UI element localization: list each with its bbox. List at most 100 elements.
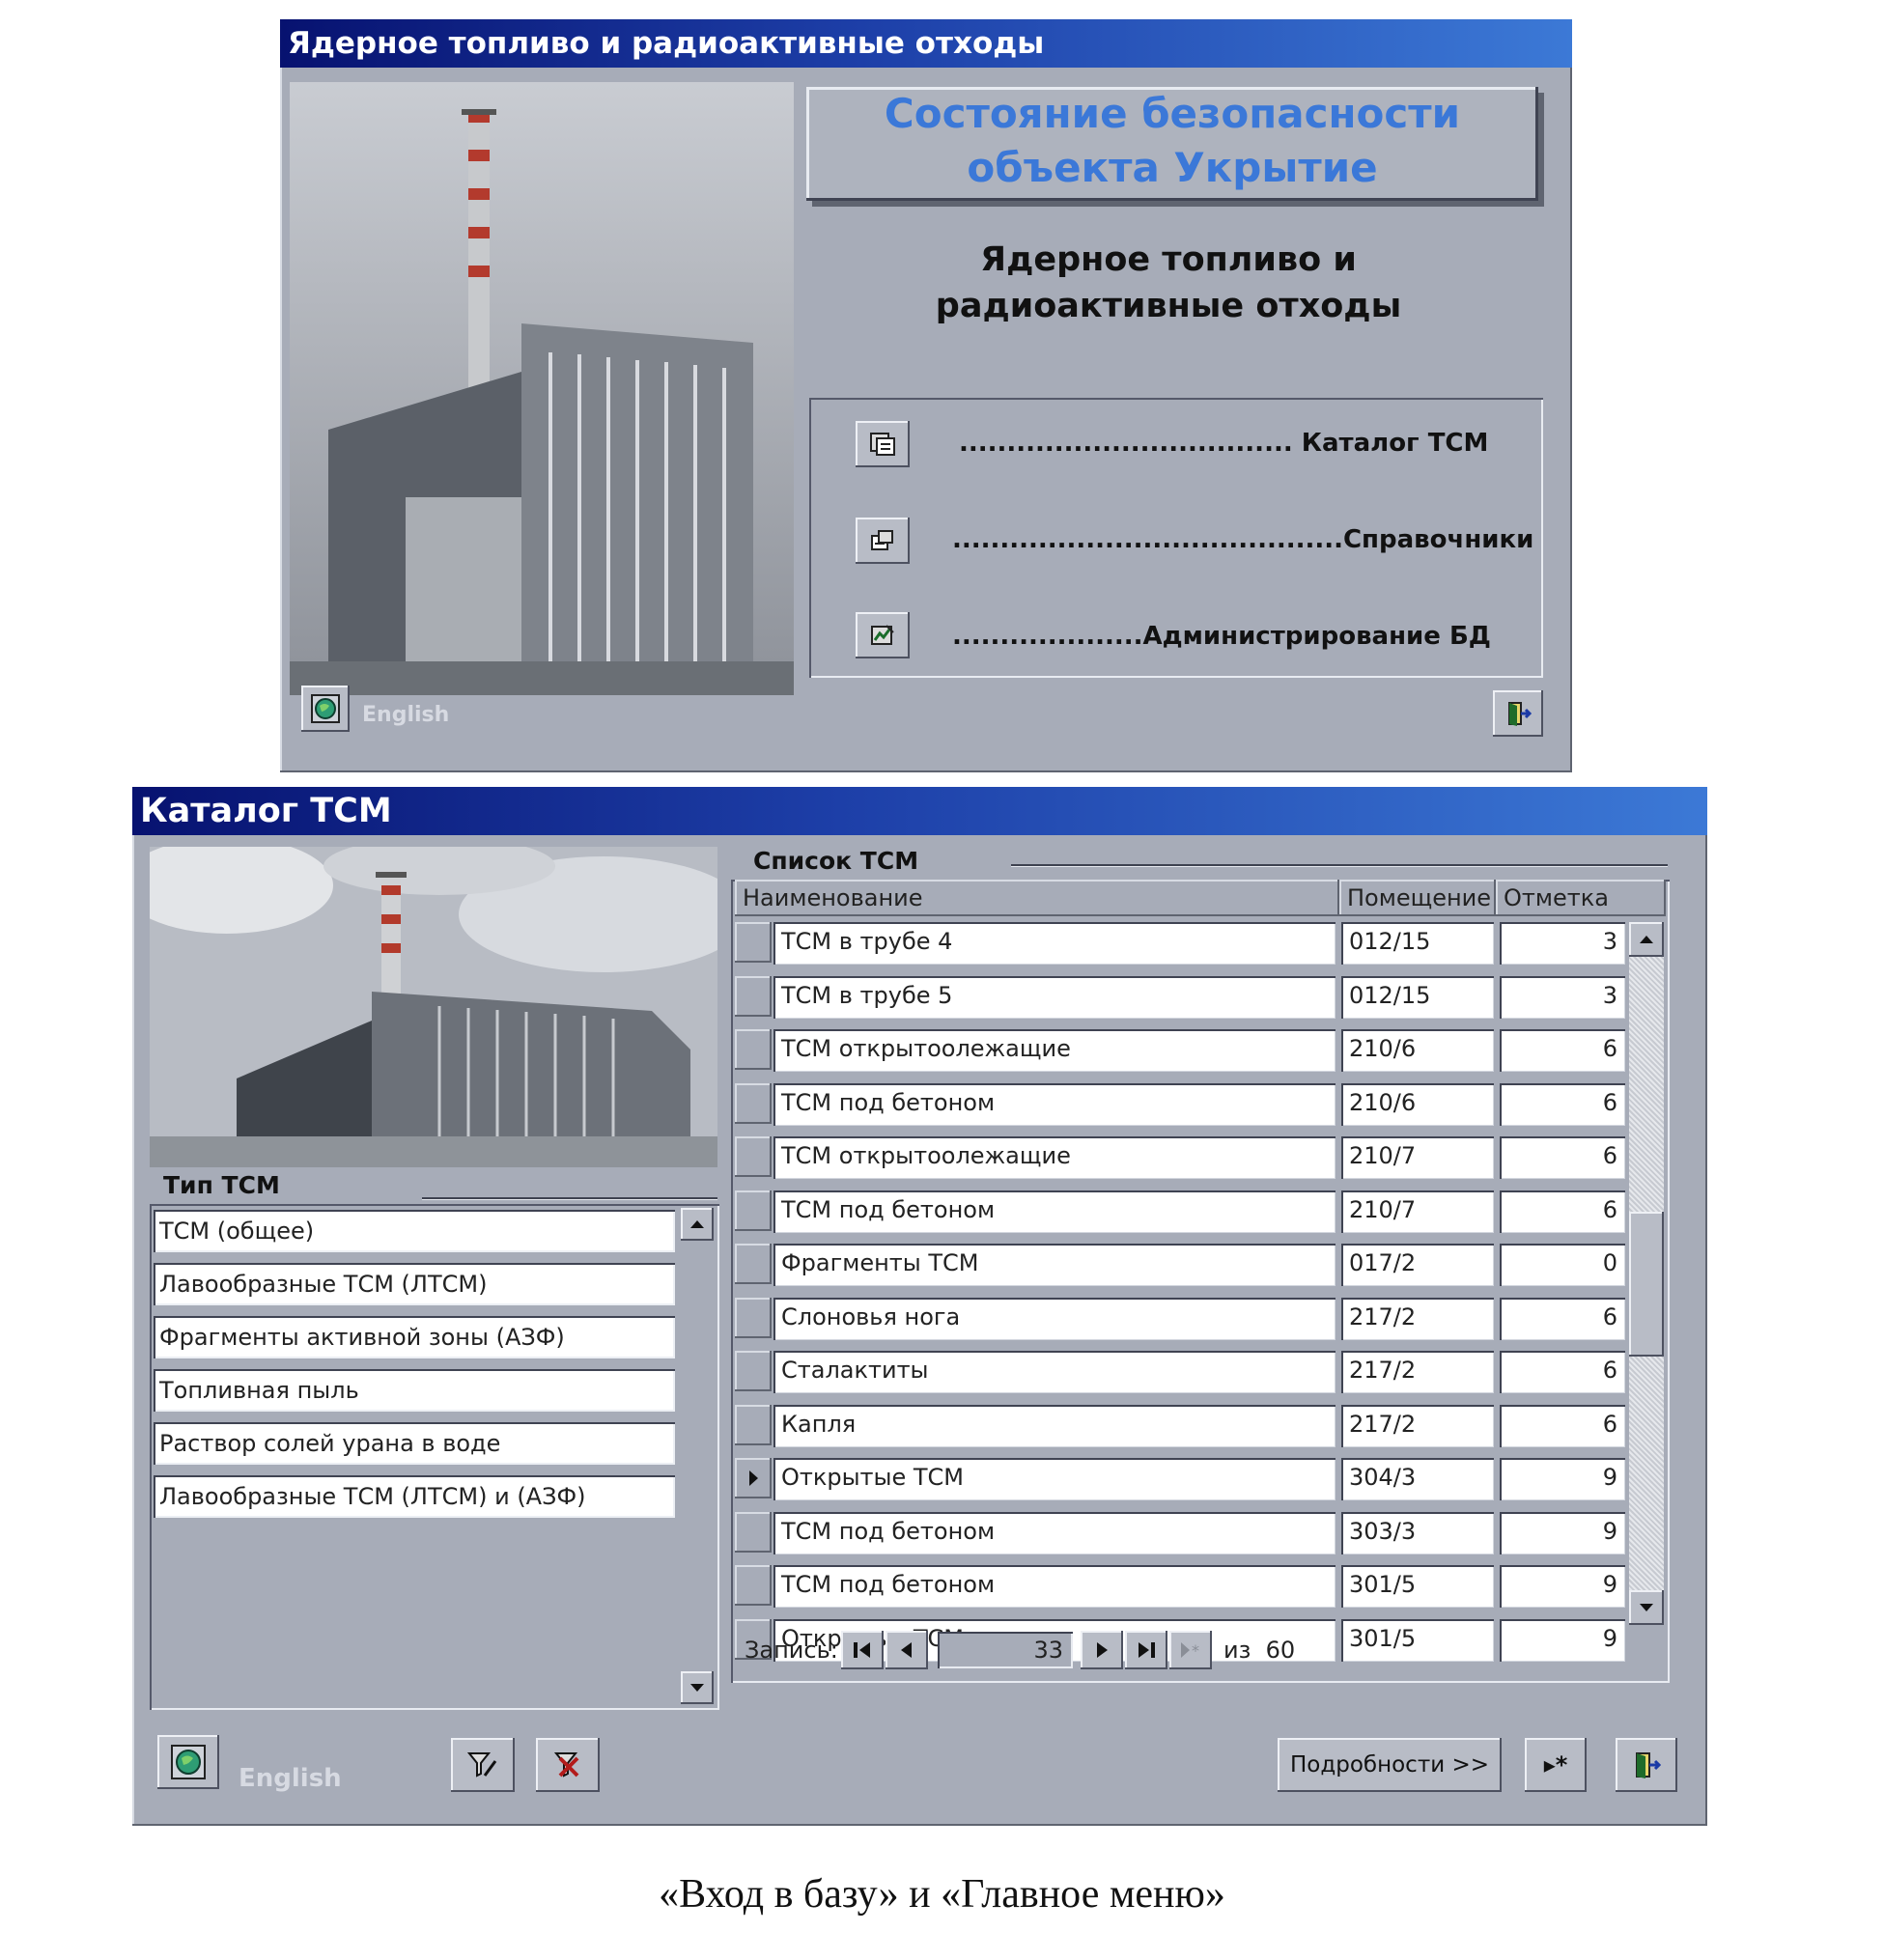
cell-mark[interactable]: 9 bbox=[1500, 1619, 1625, 1662]
exit-button[interactable] bbox=[1493, 690, 1543, 737]
cell-mark[interactable]: 6 bbox=[1500, 1298, 1625, 1340]
cell-room[interactable]: 217/2 bbox=[1341, 1351, 1494, 1393]
column-header-name[interactable]: Наименование bbox=[735, 880, 1339, 916]
details-button[interactable]: Подробности >> bbox=[1278, 1738, 1502, 1792]
table-row[interactable]: Фрагменты ТСМ 017/2 0 bbox=[731, 1244, 1629, 1292]
cell-room[interactable]: 301/5 bbox=[1341, 1619, 1494, 1662]
cell-mark[interactable]: 6 bbox=[1500, 1136, 1625, 1179]
type-list-item[interactable]: ТСМ (общее) bbox=[154, 1210, 675, 1252]
cell-mark[interactable]: 3 bbox=[1500, 976, 1625, 1019]
cell-mark[interactable]: 9 bbox=[1500, 1458, 1625, 1500]
first-record-button[interactable] bbox=[841, 1631, 884, 1669]
datasheet-scrollbar[interactable] bbox=[1629, 922, 1664, 1625]
type-list[interactable]: ТСМ (общее) Лавообразные ТСМ (ЛТСМ) Фраг… bbox=[150, 1204, 719, 1710]
row-selector[interactable] bbox=[735, 922, 772, 963]
cell-room[interactable]: 304/3 bbox=[1341, 1458, 1494, 1500]
language-label[interactable]: English bbox=[239, 1764, 342, 1793]
cell-room[interactable]: 210/7 bbox=[1341, 1190, 1494, 1233]
language-label[interactable]: English bbox=[362, 703, 449, 727]
cell-name[interactable]: ТСМ под бетоном bbox=[773, 1190, 1336, 1233]
type-list-scroll-down[interactable] bbox=[681, 1671, 714, 1704]
row-selector[interactable] bbox=[735, 1351, 772, 1391]
remove-filter-button[interactable] bbox=[536, 1738, 600, 1792]
table-row[interactable]: Слоновья нога 217/2 6 bbox=[731, 1298, 1629, 1346]
row-selector[interactable] bbox=[735, 1405, 772, 1445]
row-selector[interactable] bbox=[735, 1512, 772, 1553]
admin-button[interactable] bbox=[856, 612, 910, 658]
table-row[interactable]: Сталактиты 217/2 6 bbox=[731, 1351, 1629, 1399]
menu-item-catalog-label[interactable]: ................................... Ката… bbox=[959, 429, 1488, 458]
previous-record-button[interactable] bbox=[886, 1631, 928, 1669]
cell-name[interactable]: Сталактиты bbox=[773, 1351, 1336, 1393]
type-list-item[interactable]: Лавообразные ТСМ (ЛТСМ) bbox=[154, 1263, 675, 1305]
row-selector[interactable] bbox=[735, 1190, 772, 1231]
new-record-button[interactable]: ▸* bbox=[1525, 1738, 1587, 1792]
cell-room[interactable]: 303/3 bbox=[1341, 1512, 1494, 1554]
row-selector[interactable] bbox=[735, 1565, 772, 1606]
type-list-item[interactable]: Фрагменты активной зоны (АЗФ) bbox=[154, 1316, 675, 1358]
cell-mark[interactable]: 9 bbox=[1500, 1565, 1625, 1608]
type-list-scroll-up[interactable] bbox=[681, 1208, 714, 1241]
catalog-button[interactable] bbox=[856, 421, 910, 467]
table-row[interactable]: ТСМ открытоолежащие 210/7 6 bbox=[731, 1136, 1629, 1185]
table-row[interactable]: ТСМ под бетоном 210/7 6 bbox=[731, 1190, 1629, 1239]
cell-name[interactable]: Слоновья нога bbox=[773, 1298, 1336, 1340]
cell-name[interactable]: Фрагменты ТСМ bbox=[773, 1244, 1336, 1286]
cell-mark[interactable]: 6 bbox=[1500, 1351, 1625, 1393]
type-list-item[interactable]: Раствор солей урана в воде bbox=[154, 1422, 675, 1465]
cell-mark[interactable]: 6 bbox=[1500, 1190, 1625, 1233]
cell-room[interactable]: 012/15 bbox=[1341, 922, 1494, 965]
cell-name[interactable]: ТСМ под бетоном bbox=[773, 1083, 1336, 1126]
row-selector[interactable] bbox=[735, 1083, 772, 1124]
cell-mark[interactable]: 6 bbox=[1500, 1405, 1625, 1447]
language-button[interactable] bbox=[157, 1735, 219, 1789]
table-row[interactable]: Капля 217/2 6 bbox=[731, 1405, 1629, 1453]
row-selector[interactable] bbox=[735, 1298, 772, 1338]
column-header-room[interactable]: Помещение bbox=[1339, 880, 1496, 916]
cell-room[interactable]: 217/2 bbox=[1341, 1405, 1494, 1447]
table-row[interactable]: ТСМ в трубе 4 012/15 3 bbox=[731, 922, 1629, 970]
cell-name[interactable]: Капля bbox=[773, 1405, 1336, 1447]
table-row[interactable]: ТСМ под бетоном 301/5 9 bbox=[731, 1565, 1629, 1613]
row-selector[interactable] bbox=[735, 976, 772, 1017]
cell-room[interactable]: 301/5 bbox=[1341, 1565, 1494, 1608]
exit-button[interactable] bbox=[1616, 1738, 1677, 1792]
cell-room[interactable]: 217/2 bbox=[1341, 1298, 1494, 1340]
cell-mark[interactable]: 3 bbox=[1500, 922, 1625, 965]
cell-name[interactable]: Открытые ТСМ bbox=[773, 1458, 1336, 1500]
language-button[interactable] bbox=[301, 686, 350, 732]
type-list-item[interactable]: Топливная пыль bbox=[154, 1369, 675, 1412]
table-row[interactable]: ТСМ в трубе 5 012/15 3 bbox=[731, 976, 1629, 1024]
last-record-button[interactable] bbox=[1125, 1631, 1167, 1669]
cell-name[interactable]: ТСМ в трубе 4 bbox=[773, 922, 1336, 965]
cell-name[interactable]: ТСМ под бетоном bbox=[773, 1512, 1336, 1554]
type-list-item[interactable]: Лавообразные ТСМ (ЛТСМ) и (АЗФ) bbox=[154, 1475, 675, 1518]
cell-mark[interactable]: 9 bbox=[1500, 1512, 1625, 1554]
table-row[interactable]: ТСМ под бетоном 210/6 6 bbox=[731, 1083, 1629, 1132]
table-row[interactable]: Открытые ТСМ 304/3 9 bbox=[731, 1458, 1629, 1506]
reference-button[interactable] bbox=[856, 518, 910, 564]
cell-room[interactable]: 017/2 bbox=[1341, 1244, 1494, 1286]
row-selector[interactable] bbox=[735, 1029, 772, 1070]
cell-mark[interactable]: 6 bbox=[1500, 1083, 1625, 1126]
datasheet-scroll-up[interactable] bbox=[1629, 922, 1664, 957]
filter-button[interactable] bbox=[451, 1738, 515, 1792]
record-number-field[interactable]: 33 bbox=[938, 1632, 1073, 1668]
menu-item-reference-label[interactable]: ........................................… bbox=[952, 525, 1533, 554]
table-row[interactable]: ТСМ под бетоном 303/3 9 bbox=[731, 1512, 1629, 1560]
cell-name[interactable]: ТСМ в трубе 5 bbox=[773, 976, 1336, 1019]
type-list-scrollbar[interactable] bbox=[681, 1208, 714, 1704]
cell-room[interactable]: 012/15 bbox=[1341, 976, 1494, 1019]
cell-room[interactable]: 210/6 bbox=[1341, 1083, 1494, 1126]
row-selector[interactable] bbox=[735, 1136, 772, 1177]
cell-name[interactable]: ТСМ открытоолежащие bbox=[773, 1136, 1336, 1179]
column-header-mark[interactable]: Отметка bbox=[1496, 880, 1666, 916]
table-row[interactable]: ТСМ открытоолежащие 210/6 6 bbox=[731, 1029, 1629, 1078]
cell-mark[interactable]: 6 bbox=[1500, 1029, 1625, 1072]
menu-item-admin-label[interactable]: ....................Администрирование БД bbox=[952, 622, 1491, 651]
next-record-button[interactable] bbox=[1081, 1631, 1123, 1669]
cell-mark[interactable]: 0 bbox=[1500, 1244, 1625, 1286]
datasheet-scroll-thumb[interactable] bbox=[1629, 1212, 1664, 1357]
cell-room[interactable]: 210/6 bbox=[1341, 1029, 1494, 1072]
new-record-nav-button[interactable]: * bbox=[1169, 1631, 1212, 1669]
